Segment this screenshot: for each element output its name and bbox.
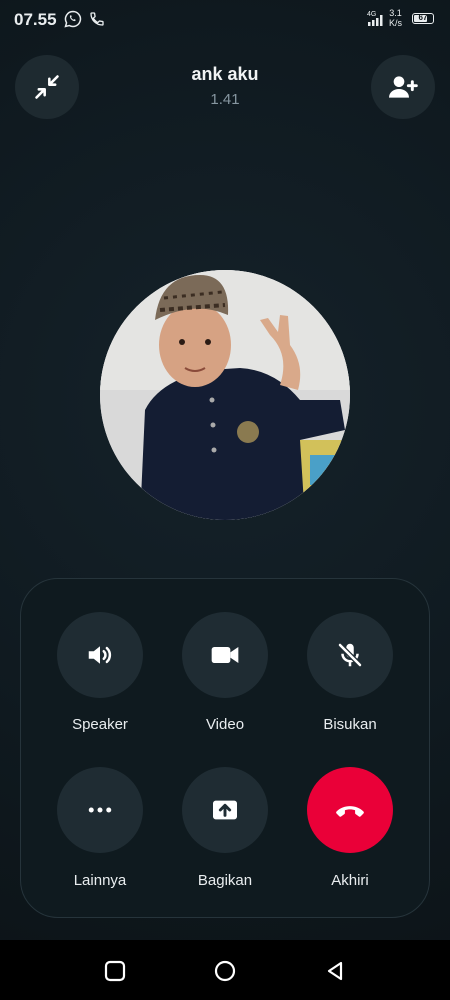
speaker-button[interactable] — [57, 612, 143, 698]
battery-level: 67 — [418, 13, 428, 22]
more-label: Lainnya — [73, 872, 127, 889]
contact-avatar — [100, 270, 350, 520]
mute-button[interactable] — [307, 612, 393, 698]
call-screen: 07.55 4G 3.1 K/s 67 ank aku 1.41 Speaker… — [0, 0, 450, 1000]
video-button[interactable] — [182, 612, 268, 698]
share-label: Bagikan — [197, 872, 253, 889]
speaker-icon — [88, 646, 112, 664]
recents-icon[interactable] — [104, 960, 126, 982]
video-label: Video — [205, 716, 245, 733]
status-time: 07.55 — [14, 10, 57, 29]
whatsapp-icon — [64, 10, 82, 28]
share-screen-icon — [213, 800, 237, 820]
speed-value: 3.1 — [389, 8, 402, 18]
home-icon[interactable] — [214, 960, 236, 982]
end-call-label: Akhiri — [331, 872, 369, 889]
more-icon — [88, 807, 112, 813]
speaker-label: Speaker — [72, 716, 128, 733]
mic-off-icon — [337, 642, 363, 668]
status-bar: 07.55 4G 3.1 K/s 67 — [0, 0, 450, 40]
speed-unit: K/s — [389, 18, 403, 28]
video-icon — [211, 647, 239, 663]
battery-icon: 67 — [412, 13, 434, 24]
add-person-icon — [389, 76, 418, 98]
end-call-icon — [336, 806, 364, 817]
contact-photo — [100, 270, 350, 520]
add-participant-button[interactable] — [371, 55, 435, 119]
end-call-button[interactable] — [307, 767, 393, 853]
mute-label: Bisukan — [323, 716, 377, 733]
network-type-label: 4G — [367, 11, 376, 18]
network-speed: 3.1 K/s — [389, 8, 402, 28]
more-button[interactable] — [57, 767, 143, 853]
back-icon[interactable] — [324, 960, 346, 982]
share-screen-button[interactable] — [182, 767, 268, 853]
signal-icon: 4G — [367, 11, 383, 26]
phone-icon — [90, 12, 104, 26]
